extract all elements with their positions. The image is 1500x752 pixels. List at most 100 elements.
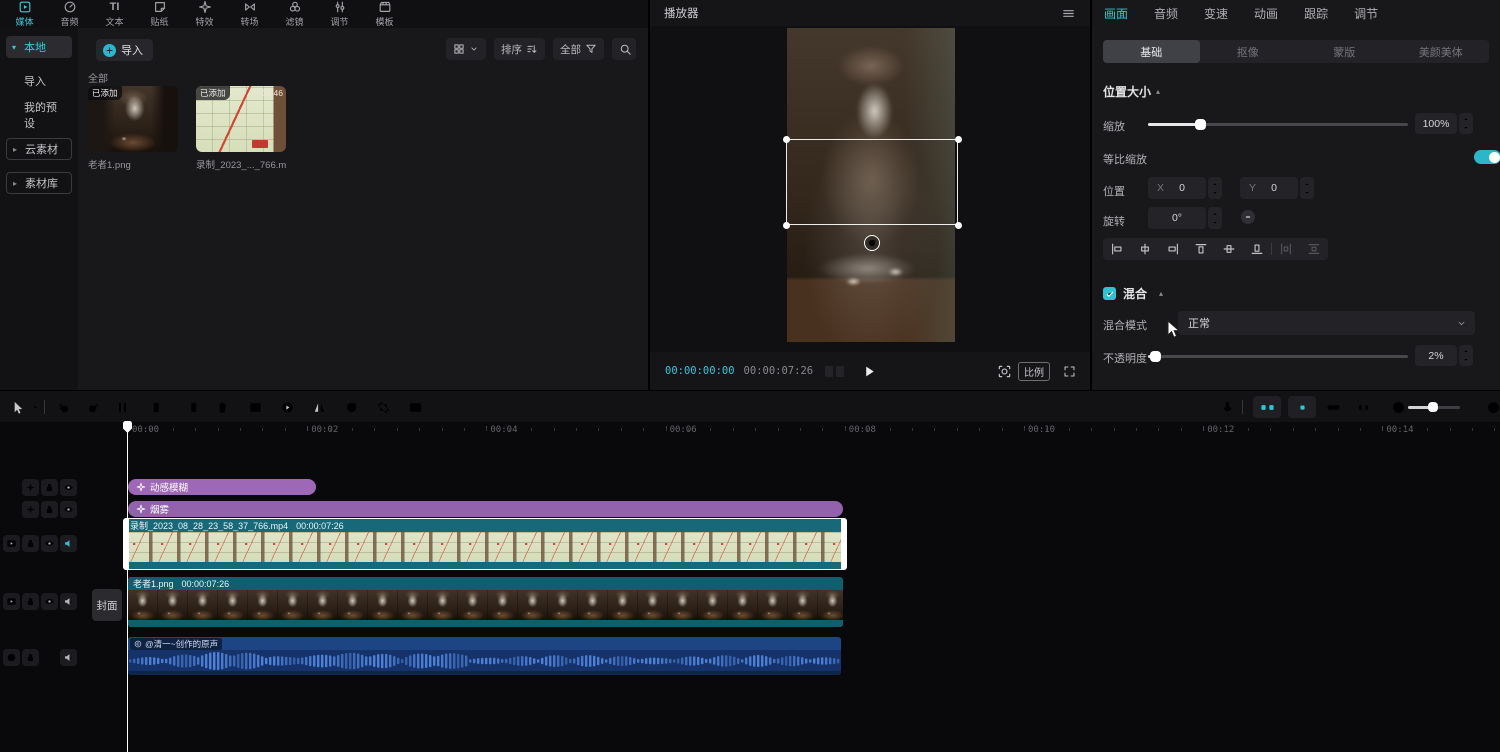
frame-option-icon[interactable] — [825, 366, 833, 377]
opacity-stepper[interactable] — [1459, 345, 1473, 366]
cover-button[interactable]: 封面 — [92, 589, 122, 621]
inspector-tab-变速[interactable]: 变速 — [1204, 5, 1228, 22]
play-button[interactable] — [862, 364, 877, 379]
toolbar-item-template[interactable]: 模板 — [362, 0, 407, 28]
collapse-arrow-icon[interactable]: ▴ — [1156, 87, 1160, 96]
zoom-out-icon[interactable] — [1389, 398, 1407, 416]
opacity-slider-knob[interactable] — [1150, 351, 1161, 362]
sort-button[interactable]: 排序 — [494, 38, 545, 60]
toolbar-item-effects[interactable]: 特效 — [182, 0, 227, 28]
track-5-speaker-icon[interactable] — [60, 649, 77, 666]
inspector-tab-画面[interactable]: 画面 — [1104, 5, 1128, 22]
rotate-icon[interactable] — [342, 398, 360, 416]
align-t-icon[interactable] — [1187, 238, 1215, 260]
inspector-subtab-蒙版[interactable]: 蒙版 — [1296, 40, 1393, 63]
track-4-speaker-icon[interactable] — [60, 593, 77, 610]
sidebar-item-素材库[interactable]: ▸素材库 — [6, 172, 72, 194]
inspector-subtab-抠像[interactable]: 抠像 — [1200, 40, 1297, 63]
freeze-icon[interactable] — [246, 398, 264, 416]
blend-mode-select[interactable]: 正常 — [1178, 311, 1475, 335]
timeline-zoom-knob[interactable] — [1428, 402, 1438, 412]
toolbar-item-media[interactable]: 媒体 — [2, 0, 47, 28]
redo-icon[interactable] — [84, 398, 102, 416]
track-3-lock-icon[interactable] — [22, 535, 39, 552]
link-icon[interactable] — [1324, 398, 1342, 416]
media-thumbnail[interactable]: 已添加07:46 — [196, 86, 286, 152]
track-2-eye-icon[interactable] — [60, 501, 77, 518]
toolbar-item-audio[interactable]: 音频 — [47, 0, 92, 28]
speed-icon[interactable] — [278, 398, 296, 416]
crop-icon[interactable] — [374, 398, 392, 416]
inspector-subtab-基础[interactable]: 基础 — [1103, 40, 1200, 63]
blend-collapse-arrow-icon[interactable]: ▴ — [1159, 289, 1163, 298]
scale-slider-knob[interactable] — [1195, 119, 1206, 130]
search-button[interactable] — [612, 38, 636, 60]
track-1-lock-icon[interactable] — [41, 479, 58, 496]
selection-box[interactable] — [786, 139, 958, 225]
scale-stepper[interactable] — [1459, 113, 1473, 134]
linkage-icon[interactable] — [1288, 396, 1316, 418]
toolbar-item-transition[interactable]: 转场 — [227, 0, 272, 28]
position-y-stepper[interactable] — [1300, 177, 1314, 199]
effect-clip-motion-blur[interactable]: 动感模糊 — [128, 479, 316, 495]
track-1-eye-icon[interactable] — [60, 479, 77, 496]
track-3-eye-icon[interactable] — [41, 535, 58, 552]
track-2-effects-icon[interactable] — [22, 501, 39, 518]
dist-h-icon[interactable] — [1272, 238, 1300, 260]
frame-option-icon-2[interactable] — [836, 366, 844, 377]
image-clip[interactable]: 老者1.png 00:00:07:26 — [128, 577, 843, 627]
inspector-tab-跟踪[interactable]: 跟踪 — [1304, 5, 1328, 22]
media-item-录制_2023_..._766.mp4[interactable]: 已添加07:46录制_2023_..._766.mp4 — [196, 86, 286, 171]
rotation-stepper[interactable] — [1208, 207, 1222, 229]
rotation-dial-icon[interactable] — [1240, 209, 1256, 225]
video-clip[interactable]: 录制_2023_08_28_23_58_37_766.mp4 00:00:07:… — [124, 518, 846, 570]
timeline-zoom-slider[interactable] — [1408, 406, 1460, 409]
sidebar-item-本地[interactable]: ▾本地 — [6, 36, 72, 58]
mirror-icon[interactable] — [310, 398, 328, 416]
pip-icon[interactable] — [406, 398, 424, 416]
scale-slider[interactable] — [1148, 123, 1408, 126]
toolbar-item-adjust[interactable]: 调节 — [317, 0, 362, 28]
zoom-in-icon[interactable] — [1484, 398, 1500, 416]
preview-quality-icon[interactable] — [997, 364, 1012, 379]
track-2-lock-icon[interactable] — [41, 501, 58, 518]
rotate-handle[interactable] — [864, 235, 880, 251]
selection-handle-tl[interactable] — [783, 136, 790, 143]
track-3-mute-icon[interactable] — [60, 535, 77, 552]
filter-button[interactable]: 全部 — [553, 38, 604, 60]
selection-handle-br[interactable] — [955, 222, 962, 229]
align-l-icon[interactable] — [1103, 238, 1131, 260]
track-1-effects-icon[interactable] — [22, 479, 39, 496]
position-y-field[interactable]: Y 0 — [1240, 177, 1298, 199]
rotation-value[interactable]: 0° — [1148, 207, 1206, 229]
selection-handle-bl[interactable] — [783, 222, 790, 229]
toolbar-item-sticker[interactable]: 贴纸 — [137, 0, 182, 28]
split-icon[interactable] — [113, 398, 131, 416]
snap-icon[interactable] — [1253, 396, 1281, 418]
mic-icon[interactable] — [1218, 398, 1236, 416]
toolbar-item-text[interactable]: TI文本 — [92, 0, 137, 28]
import-button[interactable]: 导入 — [96, 39, 153, 61]
chev-down-icon[interactable] — [26, 398, 44, 416]
trash-icon[interactable] — [213, 398, 231, 416]
view-mode-button[interactable] — [446, 38, 486, 60]
track-4-eye-icon[interactable] — [41, 593, 58, 610]
clip-trim-handle-right[interactable] — [841, 518, 847, 570]
undo-icon[interactable] — [54, 398, 72, 416]
position-x-field[interactable]: X 0 — [1148, 177, 1206, 199]
playhead[interactable] — [127, 422, 129, 752]
sidebar-item-我的预设[interactable]: 我的预设 — [6, 104, 72, 126]
media-thumbnail[interactable]: 已添加 — [88, 86, 178, 152]
media-item-老者1.png[interactable]: 已添加老者1.png — [88, 86, 178, 171]
selection-handle-tr[interactable] — [955, 136, 962, 143]
align-cx-icon[interactable] — [1131, 238, 1159, 260]
opacity-slider[interactable] — [1148, 355, 1408, 358]
sidebar-item-导入[interactable]: 导入 — [6, 70, 72, 92]
opacity-value[interactable]: 2% — [1415, 345, 1457, 366]
dist-v-icon[interactable] — [1300, 238, 1328, 260]
inspector-subtab-美颜美体[interactable]: 美颜美体 — [1393, 40, 1490, 63]
align-r-icon[interactable] — [1159, 238, 1187, 260]
sidebar-item-云素材[interactable]: ▸云素材 — [6, 138, 72, 160]
inspector-tab-动画[interactable]: 动画 — [1254, 5, 1278, 22]
trim-left-icon[interactable] — [148, 398, 166, 416]
